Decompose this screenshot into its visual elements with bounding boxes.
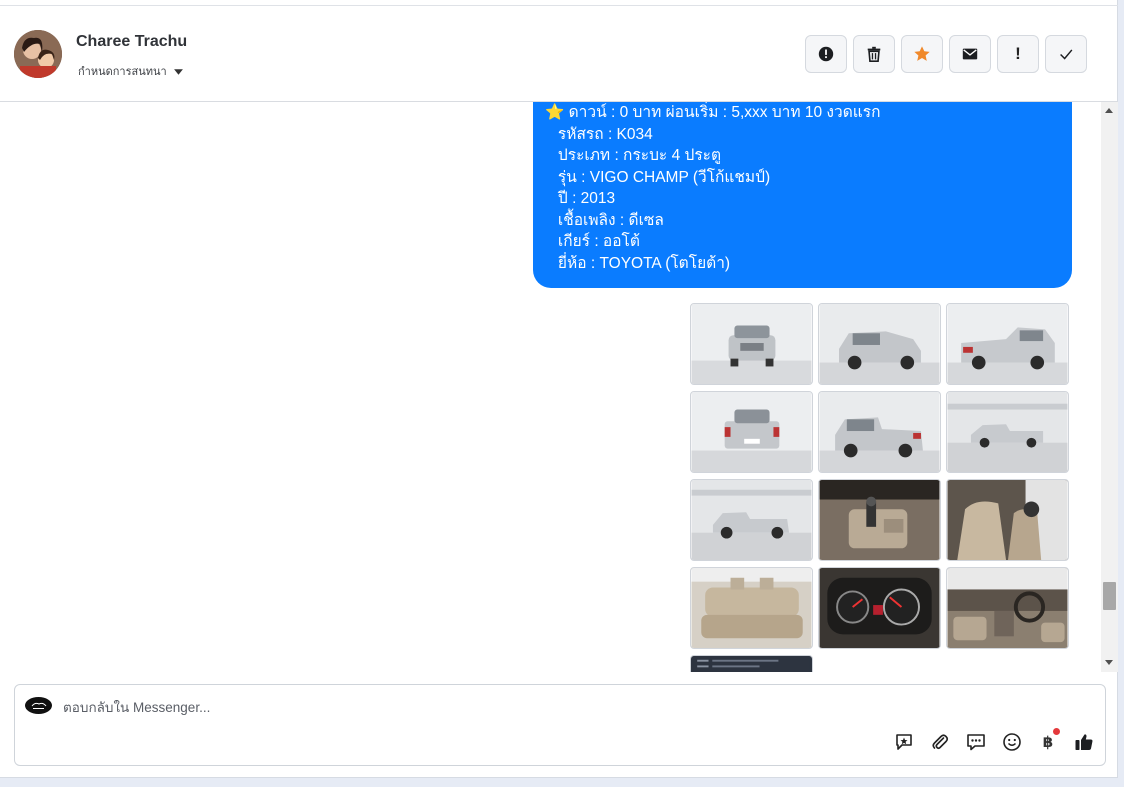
emoji-icon (1003, 733, 1021, 751)
message-line: รหัสรถ : K034 (545, 125, 653, 143)
contact-avatar[interactable] (14, 30, 62, 78)
message-line: เกียร์ : ออโต้ (545, 233, 640, 250)
star-icon (914, 46, 930, 61)
info-button[interactable] (805, 35, 847, 73)
reply-composer: ฿ (14, 684, 1106, 766)
message-thread: 🚀 ะะะะะะะะะ ะ,ะะะ / ะะ ะะะะะะ ⭐ ดาวน์ : … (0, 102, 1100, 672)
message-line: ยี่ห้อ : TOYOTA (โตโยต้า) (545, 254, 731, 272)
message-line: ประเภท : กระบะ 4 ประตู (545, 147, 722, 164)
scroll-thumb[interactable] (1103, 582, 1116, 610)
assign-label: กำหนดการสนทนา (78, 66, 167, 78)
car-photo[interactable] (946, 391, 1069, 473)
composer-tools: ฿ (893, 728, 1095, 753)
done-button[interactable] (1045, 35, 1087, 73)
car-photo[interactable] (946, 303, 1069, 385)
mark-unread-button[interactable] (949, 35, 991, 73)
payment-button[interactable]: ฿ (1037, 728, 1060, 753)
car-photo-partial[interactable] (690, 655, 813, 672)
assign-conversation-dropdown[interactable]: กำหนดการสนทนา (78, 62, 184, 80)
contact-name[interactable]: Charee Trachu (76, 33, 187, 51)
scroll-up-icon[interactable] (1105, 108, 1113, 113)
message-line: เชื้อเพลิง : ดีเซล (545, 211, 664, 229)
saved-reply-icon (896, 734, 912, 750)
info-icon (818, 46, 834, 62)
emoji-button[interactable] (1001, 731, 1023, 753)
car-photo[interactable] (690, 567, 813, 649)
message-line: รุ่น : VIGO CHAMP (วีโก้แชมป์) (545, 168, 771, 186)
car-photo[interactable] (818, 391, 941, 473)
quick-replies-button[interactable] (965, 731, 987, 753)
car-photo[interactable] (690, 303, 813, 385)
page-avatar-icon (25, 697, 52, 714)
thread-scrollbar[interactable] (1101, 102, 1118, 672)
saved-reply-button[interactable] (893, 731, 915, 753)
message-bubble[interactable]: 🚀 ะะะะะะะะะ ะ,ะะะ / ะะ ะะะะะะ ⭐ ดาวน์ : … (533, 102, 1072, 288)
conversation-panel: Charee Trachu กำหนดการสนทนา ! ⭐ ดาวน์: … (0, 0, 1118, 778)
thumbs-up-icon (1075, 734, 1093, 750)
delete-button[interactable] (853, 35, 895, 73)
scroll-down-icon[interactable] (1105, 660, 1113, 665)
header-actions: ! (805, 35, 1087, 73)
star-button[interactable] (901, 35, 943, 73)
car-photo[interactable] (818, 303, 941, 385)
envelope-icon (962, 48, 978, 60)
notification-dot (1053, 728, 1060, 735)
important-button[interactable]: ! (997, 35, 1039, 73)
trash-icon (867, 46, 881, 63)
message-line: ปี : 2013 (545, 190, 616, 207)
car-photo[interactable] (690, 391, 813, 473)
attach-button[interactable] (929, 731, 951, 753)
conversation-header: Charee Trachu กำหนดการสนทนา ! (0, 6, 1118, 102)
car-photo[interactable] (946, 479, 1069, 561)
message-line: ⭐ ดาวน์ : 0 บาท ผ่อนเริ่ม : 5,xxx บาท 10… (545, 104, 881, 121)
chat-bubbles-icon (967, 734, 985, 751)
check-icon (1060, 49, 1073, 60)
baht-icon: ฿ (1042, 734, 1054, 751)
like-button[interactable] (1073, 731, 1095, 753)
car-photo[interactable] (818, 567, 941, 649)
caret-down-icon (173, 68, 183, 75)
reply-input[interactable] (63, 697, 763, 717)
exclamation-icon: ! (1015, 44, 1021, 63)
car-photo[interactable] (818, 479, 941, 561)
attachment-icon (932, 734, 949, 750)
car-photo[interactable] (690, 479, 813, 561)
car-photo[interactable] (946, 567, 1069, 649)
